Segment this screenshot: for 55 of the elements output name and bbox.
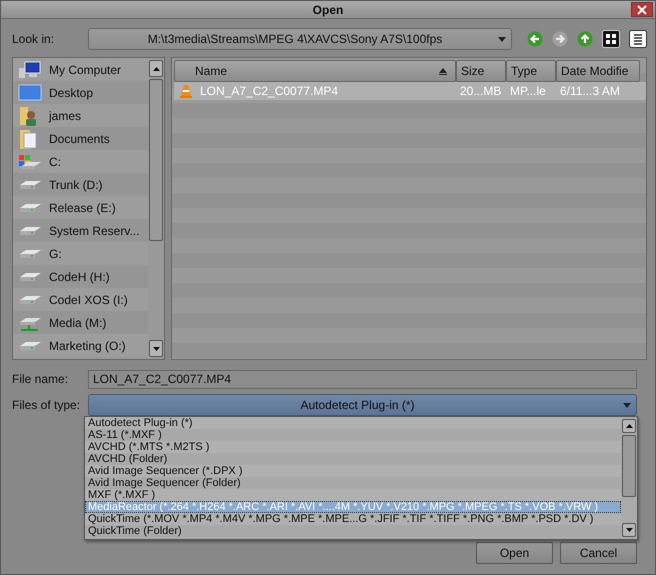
sidebar-item[interactable]: Marketing (O:) [13,334,148,357]
sidebar-item[interactable]: C: [13,150,148,173]
dropdown-option[interactable]: Autodetect Plug-in (*) [85,417,621,429]
column-header[interactable]: Type [506,60,556,82]
sidebar-item[interactable]: Documents [13,127,148,150]
column-header[interactable]: Size [456,60,506,82]
window-title: Open [312,2,344,16]
list-view-icon[interactable] [629,30,647,48]
sidebar-item[interactable]: My Computer [13,58,148,81]
file-name-label: File name: [12,372,70,386]
file-type-dropdown[interactable]: Autodetect Plug-in (*) [88,394,637,416]
close-button[interactable] [631,2,653,17]
open-button[interactable]: Open [476,542,553,564]
desktop-icon [17,84,43,102]
cone-icon [180,84,192,98]
file-name-field[interactable]: LON_A7_C2_C0077.MP4 [88,370,637,388]
column-header[interactable]: Name [174,60,456,82]
close-icon [637,4,647,14]
up-arrow-icon [626,424,632,428]
table-cell: MP...le [510,84,546,98]
dropdown-option[interactable]: AVCHD (*.MTS *.M2TS ) [85,441,621,453]
dropdown-option[interactable]: QuickTime (*.MOV *.MP4 *.M4V *.MPG *.MPE *.MPE...G *.JFIF *.TIF *.TIFF *.PNG *.BMP *.PSD *.DV ) [85,513,621,525]
computer-icon [17,60,43,78]
table-cell: LON_A7_C2_C0077.MP4 [200,84,338,98]
down-arrow-icon [152,346,160,350]
dropdown-option[interactable]: MXF (*.MXF ) [85,489,621,501]
sidebar-item[interactable]: CodeH (H:) [13,265,148,288]
table-cell: 20...MB [460,84,502,98]
up-arrow-icon[interactable] [577,31,593,47]
forward-arrow-icon[interactable] [552,31,568,47]
sidebar-item[interactable]: Media (M:) [13,311,148,334]
sidebar-item[interactable]: Trunk (D:) [13,173,148,196]
sidebar-item[interactable]: System Reserv... [13,219,148,242]
scrollbar[interactable] [148,58,164,359]
file-type-label: Files of type: [12,398,82,412]
column-header[interactable]: Date Modifie [556,60,640,82]
caret-icon [498,37,506,42]
sidebar-item[interactable]: james [13,104,148,127]
look-in-label: Look in: [12,32,56,46]
sidebar-item[interactable]: Desktop [13,81,148,104]
drive-icon [17,154,43,170]
sidebar-item[interactable]: G: [13,242,148,265]
sidebar-item[interactable]: CodeI XOS (I:) [13,288,148,311]
back-arrow-icon[interactable] [527,31,543,47]
table-cell: 6/11...3 AM [560,84,620,98]
dropdown-option[interactable]: Avid Image Sequencer (*.DPX ) [85,465,621,477]
scrollbar[interactable] [621,417,637,539]
grid-view-icon[interactable] [602,30,620,48]
cancel-button[interactable]: Cancel [560,542,637,564]
look-in-dropdown[interactable]: M:\t3media\Streams\MPEG 4\XAVCS\Sony A7S\100fps [88,28,512,50]
sidebar-item[interactable]: Release (E:) [13,196,148,219]
caret-icon [623,403,631,408]
down-arrow-icon [626,528,632,532]
up-arrow-icon [152,66,160,70]
sort-icon [439,68,447,75]
